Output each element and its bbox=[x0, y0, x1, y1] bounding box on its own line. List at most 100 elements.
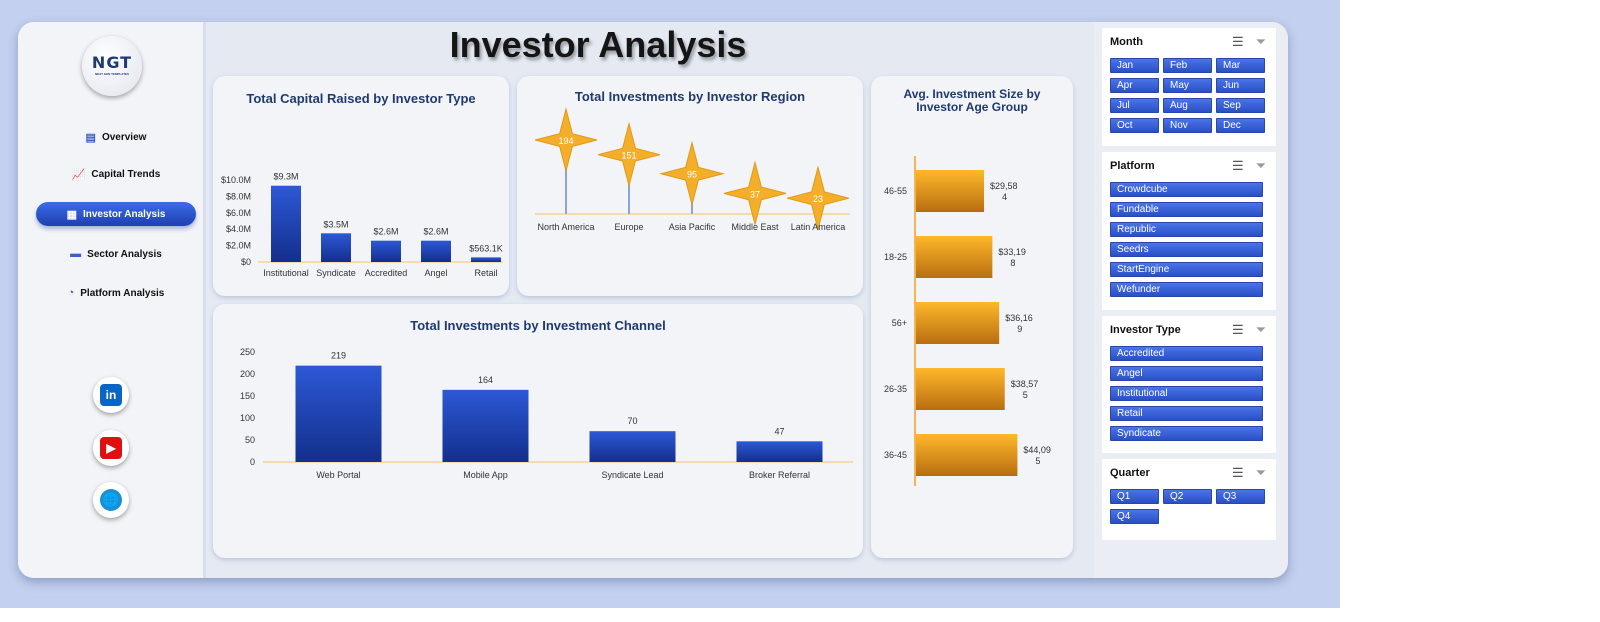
capital-by-type-chart: $0 $2.0M $4.0M $6.0M $8.0M $10.0M $9.3M Institu… bbox=[221, 172, 503, 278]
slicer-option[interactable]: Q4 bbox=[1110, 509, 1159, 524]
clear-filter-icon[interactable]: ⏷ bbox=[1256, 322, 1266, 338]
logo-text: NGT bbox=[91, 53, 133, 72]
data-label: $2.6M bbox=[423, 227, 448, 237]
x-tick-label: Mobile App bbox=[463, 470, 508, 480]
slicer-option[interactable]: Retail bbox=[1110, 406, 1263, 421]
y-tick-label: 200 bbox=[240, 369, 255, 379]
clear-filter-icon[interactable]: ⏷ bbox=[1256, 158, 1266, 174]
data-label: 23 bbox=[813, 194, 823, 204]
nav-item-platform-analysis[interactable]: ◔ Platform Analysis bbox=[36, 281, 196, 305]
slicer-title: Quarter bbox=[1110, 467, 1150, 479]
slicer-option[interactable]: Jan bbox=[1110, 58, 1159, 73]
slicer-option[interactable]: Sep bbox=[1216, 98, 1265, 113]
slicer-toolbar: ☰ ⏷ bbox=[1232, 465, 1266, 481]
y-tick-label: 18-25 bbox=[884, 252, 907, 262]
x-tick-label: Broker Referral bbox=[749, 470, 810, 480]
slicer-option[interactable]: Wefunder bbox=[1110, 282, 1263, 297]
y-tick-label: 46-55 bbox=[884, 186, 907, 196]
clear-filter-icon[interactable]: ⏷ bbox=[1256, 34, 1266, 50]
slicer-option[interactable]: Oct bbox=[1110, 118, 1159, 133]
nav-item-label: Overview bbox=[101, 131, 147, 143]
bar bbox=[295, 365, 382, 462]
slicer-title: Platform bbox=[1110, 160, 1155, 172]
y-tick-label: $4.0M bbox=[226, 224, 251, 234]
y-tick-label: $2.0M bbox=[226, 241, 251, 251]
data-label: 5 bbox=[1035, 456, 1040, 466]
slicer-option[interactable]: Aug bbox=[1163, 98, 1212, 113]
x-tick-label: Syndicate Lead bbox=[601, 470, 663, 480]
slicer-option[interactable]: Republic bbox=[1110, 222, 1263, 237]
clear-filter-icon[interactable]: ⏷ bbox=[1256, 465, 1266, 481]
nav-item-capital-trends[interactable]: 📈 Capital Trends bbox=[36, 162, 196, 186]
bar bbox=[916, 236, 993, 278]
website-icon: 🌐 bbox=[100, 489, 122, 511]
bar bbox=[916, 368, 1005, 410]
website-button[interactable]: 🌐 bbox=[93, 482, 129, 518]
investments-by-channel-chart: 0 50 100 150 200 250 219 Web Portal 164 Mobile Ap… bbox=[240, 347, 853, 480]
multi-select-icon[interactable]: ☰ bbox=[1232, 322, 1244, 338]
slicer-option[interactable]: Q3 bbox=[1216, 489, 1265, 504]
linkedin-button[interactable]: in bbox=[93, 377, 129, 413]
multi-select-icon[interactable]: ☰ bbox=[1232, 465, 1244, 481]
bar bbox=[589, 431, 676, 462]
x-tick-label: Syndicate bbox=[316, 268, 356, 278]
slicer-platform: Platform ☰ ⏷ Crowdcube Fundable Republic Seedr… bbox=[1102, 152, 1276, 310]
slicer-month: Month ☰ ⏷ Jan Feb Mar Apr May Jun Jul Aug Sep Oct Nov… bbox=[1102, 28, 1276, 146]
slicer-option[interactable]: Jul bbox=[1110, 98, 1159, 113]
multi-select-icon[interactable]: ☰ bbox=[1232, 158, 1244, 174]
slicer-option[interactable]: Fundable bbox=[1110, 202, 1263, 217]
bar bbox=[271, 185, 301, 262]
logo-subtext: NEXT GEN TEMPLATES bbox=[94, 72, 130, 76]
slicer-option[interactable]: Q2 bbox=[1163, 489, 1212, 504]
slicer-option[interactable]: Institutional bbox=[1110, 386, 1263, 401]
y-tick-label: 150 bbox=[240, 391, 255, 401]
bar bbox=[916, 434, 1018, 476]
data-label: $33,19 bbox=[998, 247, 1026, 257]
youtube-button[interactable]: ▶ bbox=[93, 430, 129, 466]
data-label: 5 bbox=[1023, 390, 1028, 400]
slicer-title: Investor Type bbox=[1110, 324, 1181, 336]
x-tick-label: Europe bbox=[614, 222, 643, 232]
x-tick-label: Web Portal bbox=[316, 470, 360, 480]
y-tick-label: 56+ bbox=[892, 318, 907, 328]
data-label: $2.6M bbox=[373, 227, 398, 237]
youtube-icon: ▶ bbox=[100, 437, 122, 459]
data-label: 70 bbox=[627, 416, 637, 426]
slicer-option[interactable]: Q1 bbox=[1110, 489, 1159, 504]
linkedin-icon: in bbox=[100, 384, 122, 406]
slicer-option[interactable]: StartEngine bbox=[1110, 262, 1263, 277]
slicer-option[interactable]: Syndicate bbox=[1110, 426, 1263, 441]
sidebar: NGT NEXT GEN TEMPLATES ▤ Overview 📈 Capital… bbox=[18, 22, 206, 578]
slicer-option[interactable]: Feb bbox=[1163, 58, 1212, 73]
data-label: 47 bbox=[774, 426, 784, 436]
slicer-option[interactable]: Dec bbox=[1216, 118, 1265, 133]
ngt-logo[interactable]: NGT NEXT GEN TEMPLATES bbox=[82, 36, 142, 96]
data-label: $38,57 bbox=[1011, 379, 1039, 389]
slicer-option[interactable]: May bbox=[1163, 78, 1212, 93]
filter-panel: Month ☰ ⏷ Jan Feb Mar Apr May Jun Jul Aug Sep Oct Nov… bbox=[1094, 22, 1288, 578]
x-tick-label: Latin America bbox=[791, 222, 846, 232]
capital-by-type-card: Total Capital Raised by Investor Type $0… bbox=[213, 76, 509, 296]
slicer-title: Month bbox=[1110, 36, 1143, 48]
slicer-option[interactable]: Seedrs bbox=[1110, 242, 1263, 257]
line-chart-icon: 📈 bbox=[71, 168, 86, 181]
slicer-toolbar: ☰ ⏷ bbox=[1232, 34, 1266, 50]
y-tick-label: $10.0M bbox=[221, 175, 251, 185]
bar bbox=[421, 240, 451, 262]
multi-select-icon[interactable]: ☰ bbox=[1232, 34, 1244, 50]
slicer-option[interactable]: Apr bbox=[1110, 78, 1159, 93]
slicer-option[interactable]: Mar bbox=[1216, 58, 1265, 73]
nav-item-sector-analysis[interactable]: ▬ Sector Analysis bbox=[36, 242, 196, 266]
slicer-option[interactable]: Nov bbox=[1163, 118, 1212, 133]
slicer-option[interactable]: Crowdcube bbox=[1110, 182, 1263, 197]
nav-item-overview[interactable]: ▤ Overview bbox=[36, 125, 196, 149]
slicer-option[interactable]: Angel bbox=[1110, 366, 1263, 381]
slicer-option[interactable]: Jun bbox=[1216, 78, 1265, 93]
nav-item-investor-analysis[interactable]: ▦ Investor Analysis bbox=[36, 202, 196, 226]
chart-title: Avg. Investment Size by Investor Age Gro… bbox=[903, 87, 1041, 114]
x-tick-label: Angel bbox=[424, 268, 447, 278]
chart-title: Total Capital Raised by Investor Type bbox=[246, 91, 476, 106]
data-label: 194 bbox=[558, 136, 573, 146]
slicer-option[interactable]: Accredited bbox=[1110, 346, 1263, 361]
bar bbox=[442, 389, 529, 462]
